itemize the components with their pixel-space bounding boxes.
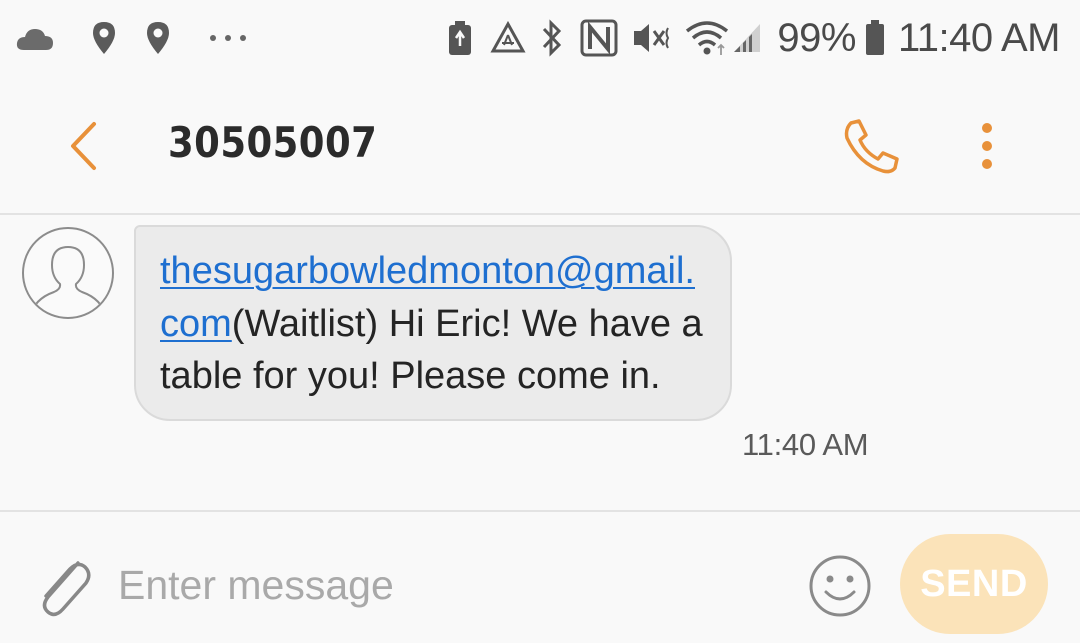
- status-bar-left: [14, 16, 248, 60]
- attach-paperclip-icon: [42, 561, 91, 617]
- conversation-header: 30505007: [0, 78, 1080, 214]
- emoji-icon: [809, 555, 871, 617]
- contact-title: 30505007: [168, 118, 378, 167]
- status-bar: 99% 11:40 AM: [0, 0, 1080, 78]
- call-button[interactable]: [836, 114, 906, 178]
- recycle-icon: [489, 21, 527, 55]
- emoji-button[interactable]: [806, 552, 874, 620]
- send-button[interactable]: SEND: [900, 534, 1048, 634]
- bluetooth-icon: [539, 19, 565, 57]
- phone-icon: [844, 119, 899, 174]
- default-contact-icon: [29, 246, 107, 317]
- message-input[interactable]: [118, 552, 778, 618]
- cloud-icon: [14, 24, 56, 52]
- status-bar-right: 99% 11:40 AM: [445, 10, 1061, 66]
- message-list[interactable]: thesugarbowledmonton@gmail.com(Waitlist)…: [0, 215, 1080, 510]
- location-pin-icon: [142, 20, 174, 56]
- compose-bar: SEND: [0, 512, 1080, 643]
- vibrate-mute-icon: [631, 19, 671, 57]
- message-text: (Waitlist) Hi Eric! We have a table for …: [160, 302, 703, 398]
- status-time: 11:40 AM: [897, 15, 1061, 60]
- message-bubble[interactable]: thesugarbowledmonton@gmail.com(Waitlist)…: [134, 225, 732, 421]
- battery-percentage: 99%: [777, 15, 856, 60]
- nfc-icon: [579, 19, 619, 57]
- attach-button[interactable]: [30, 548, 96, 624]
- battery-saver-icon: [445, 20, 475, 56]
- more-dots-icon: [208, 33, 248, 43]
- more-options-button[interactable]: [960, 114, 1014, 178]
- message-timestamp: 11:40 AM: [742, 427, 869, 462]
- avatar[interactable]: [22, 227, 114, 319]
- back-chevron-icon: [71, 122, 96, 170]
- back-button[interactable]: [56, 116, 110, 176]
- signal-icon: [731, 22, 763, 54]
- location-pin-icon: [88, 20, 120, 56]
- battery-icon: [864, 20, 886, 56]
- wifi-icon: [685, 19, 729, 57]
- more-vert-icon: [982, 123, 992, 169]
